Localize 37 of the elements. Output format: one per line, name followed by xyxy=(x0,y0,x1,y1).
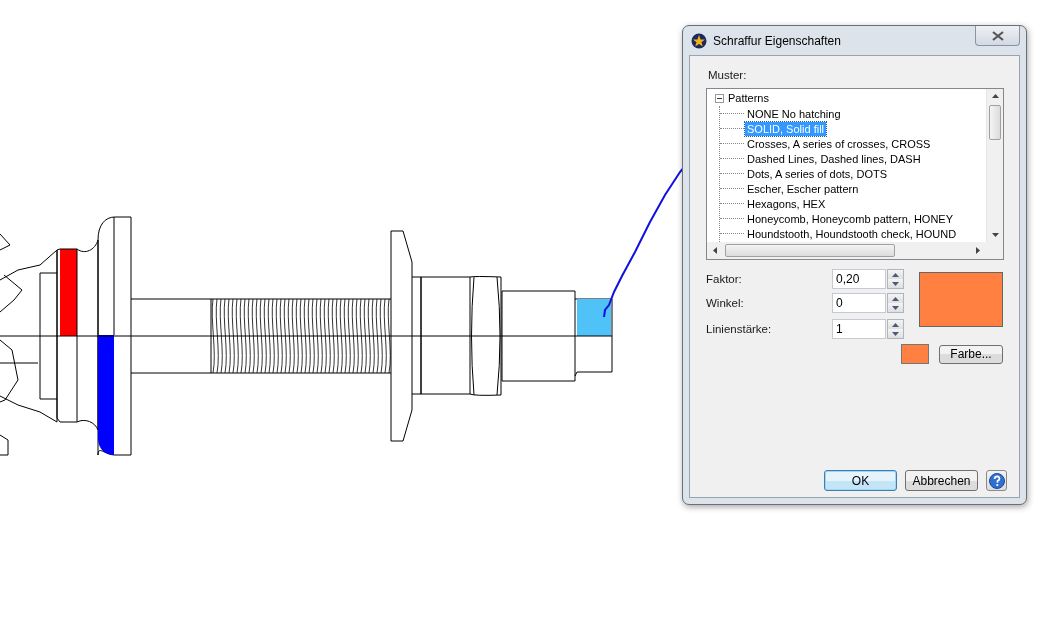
help-button[interactable] xyxy=(986,470,1007,491)
number-field[interactable]: 0 xyxy=(832,293,886,313)
scroll-thumb[interactable] xyxy=(725,244,895,257)
tree-item[interactable]: Escher, Escher pattern xyxy=(745,181,861,196)
close-icon xyxy=(991,30,1004,41)
window-title: Schraffur Eigenschaften xyxy=(713,33,841,48)
number-field[interactable]: 1 xyxy=(832,319,886,339)
pattern-label: Muster: xyxy=(708,69,747,81)
scroll-right-icon[interactable] xyxy=(976,247,980,254)
tree-item[interactable]: Hexagons, HEX xyxy=(745,196,828,211)
scroll-thumb[interactable] xyxy=(989,105,1001,140)
tree-item[interactable]: NONE No hatching xyxy=(745,106,843,121)
scroll-down-icon[interactable] xyxy=(991,233,999,237)
number-field[interactable]: 0,20 xyxy=(832,269,886,289)
tree-item[interactable]: Houndstooth, Houndstooth check, HOUND xyxy=(745,226,959,241)
spin-buttons[interactable] xyxy=(887,269,904,289)
field-label: Faktor: xyxy=(706,273,743,285)
color-button[interactable]: Farbe... xyxy=(939,344,1003,364)
spin-buttons[interactable] xyxy=(887,293,904,313)
tree-item[interactable]: Dashed Lines, Dashed lines, DASH xyxy=(745,151,923,166)
tree-item[interactable]: Dots, A series of dots, DOTS xyxy=(745,166,889,181)
tree-item[interactable]: Honeycomb, Honeycomb pattern, HONEY xyxy=(745,211,956,226)
tree-item[interactable]: Patterns xyxy=(726,92,771,104)
scroll-left-icon[interactable] xyxy=(713,247,717,254)
field-label: Winkel: xyxy=(706,297,745,309)
tree-item[interactable]: Crosses, A series of crosses, CROSS xyxy=(745,136,933,151)
star-icon xyxy=(691,32,707,49)
horizontal-scrollbar[interactable] xyxy=(707,242,1003,259)
field-label: Linienstärke: xyxy=(706,323,773,335)
dialog-button[interactable]: Abbrechen xyxy=(905,470,978,491)
close-button[interactable] xyxy=(975,26,1020,46)
scroll-up-icon[interactable] xyxy=(991,94,999,98)
collapse-icon[interactable] xyxy=(715,93,724,103)
spin-buttons[interactable] xyxy=(887,319,904,339)
vertical-scrollbar[interactable] xyxy=(986,89,1003,242)
dialog-button[interactable]: OK xyxy=(824,470,897,491)
help-icon xyxy=(988,472,1005,489)
